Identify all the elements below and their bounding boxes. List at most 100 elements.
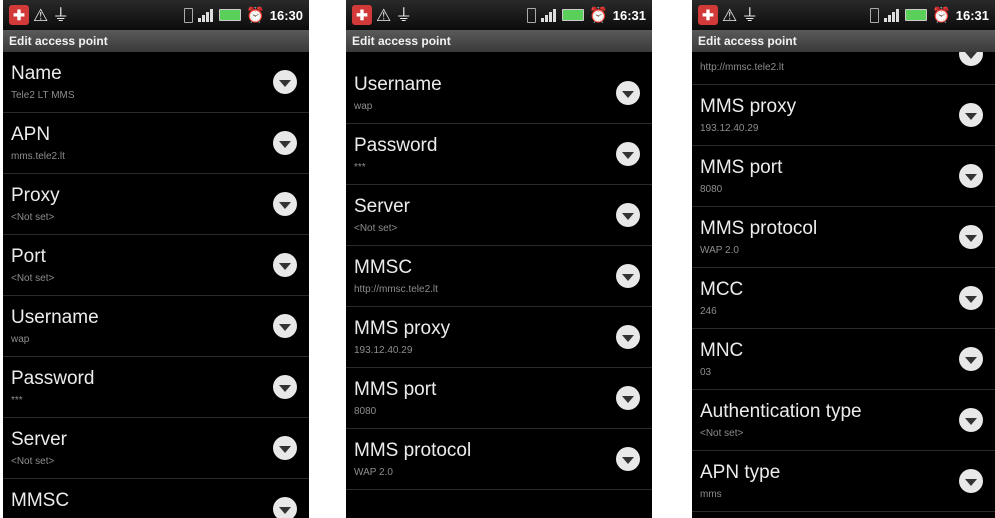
setting-row-mcc[interactable]: MCC 246 (692, 268, 995, 329)
row-label: Name (11, 63, 62, 84)
row-label: MMS proxy (354, 318, 451, 339)
row-label: Proxy (11, 185, 60, 206)
chevron-down-icon[interactable] (959, 347, 983, 371)
row-value: WAP 2.0 (700, 245, 739, 256)
row-value: wap (354, 101, 373, 112)
status-bar: ✚ ⚠ ⏚ ⏰ 16:30 (3, 0, 309, 30)
setting-row-mms-port[interactable]: MMS port 8080 (346, 368, 652, 429)
row-value: <Not set> (700, 428, 744, 439)
row-value: *** (11, 395, 23, 406)
chevron-down-icon[interactable] (273, 253, 297, 277)
setting-row-port[interactable]: Port <Not set> (3, 235, 309, 296)
chevron-down-icon[interactable] (616, 325, 640, 349)
row-value: WAP 2.0 (354, 467, 393, 478)
setting-row-username[interactable]: Username wap (3, 296, 309, 357)
row-value: 193.12.40.29 (700, 123, 759, 134)
app-notification-icon: ✚ (698, 5, 718, 25)
row-label: APN (11, 124, 51, 145)
chevron-down-icon[interactable] (959, 408, 983, 432)
chevron-down-icon[interactable] (616, 81, 640, 105)
setting-row-mmsc[interactable]: MMSC http://mmsc.tele2.lt (346, 246, 652, 307)
chevron-down-icon[interactable] (273, 436, 297, 460)
setting-row-proxy[interactable]: Proxy <Not set> (3, 174, 309, 235)
signal-icon (198, 8, 214, 22)
app-notification-icon: ✚ (352, 5, 372, 25)
chevron-down-icon[interactable] (959, 286, 983, 310)
chevron-down-icon[interactable] (273, 497, 297, 518)
setting-row-apn-type[interactable]: APN type mms (692, 451, 995, 512)
status-bar: ✚ ⚠ ⏚ ⏰ 16:31 (346, 0, 652, 30)
screen-title: Edit access point (3, 30, 309, 52)
setting-row-apn[interactable]: APN mms.tele2.lt (3, 113, 309, 174)
chevron-down-icon[interactable] (959, 225, 983, 249)
screen-title: Edit access point (692, 30, 995, 52)
setting-row-authentication-type[interactable]: Authentication type <Not set> (692, 390, 995, 451)
setting-row-username[interactable]: Username wap (346, 63, 652, 124)
chevron-down-icon[interactable] (273, 375, 297, 399)
setting-row-server[interactable]: Server <Not set> (3, 418, 309, 479)
row-label: APN type (700, 462, 781, 483)
row-value: <Not set> (354, 223, 398, 234)
settings-list: Name Tele2 LT MMS APN mms.tele2.lt Proxy <N… (3, 52, 309, 518)
row-value: <Not set> (11, 273, 55, 284)
row-value: mms.tele2.lt (11, 151, 65, 162)
setting-row-password[interactable]: Password *** (346, 124, 652, 185)
chevron-down-icon[interactable] (273, 192, 297, 216)
status-clock: 16:31 (955, 7, 989, 23)
battery-icon (219, 9, 242, 21)
setting-row-mms-protocol[interactable]: MMS protocol WAP 2.0 (346, 429, 652, 490)
battery-icon (562, 9, 585, 21)
usb-icon: ⏚ (395, 5, 413, 25)
chevron-down-icon[interactable] (616, 203, 640, 227)
sim-icon (870, 7, 880, 23)
alarm-icon: ⏰ (246, 6, 265, 24)
chevron-down-icon[interactable] (616, 386, 640, 410)
setting-row-name[interactable]: Name Tele2 LT MMS (3, 52, 309, 113)
setting-row-mms-port[interactable]: MMS port 8080 (692, 146, 995, 207)
chevron-down-icon[interactable] (616, 264, 640, 288)
row-label: Server (354, 196, 410, 217)
setting-row-server[interactable]: Server <Not set> (346, 185, 652, 246)
settings-list: http://mmsc.tele2.lt MMS proxy 193.12.40.… (692, 24, 995, 518)
status-clock: 16:30 (269, 7, 303, 23)
row-label: Password (11, 368, 95, 389)
row-value: mms (700, 489, 722, 500)
row-value: http://mmsc.tele2.lt (700, 62, 784, 73)
row-label: MMSC (354, 257, 413, 278)
setting-row-mms-protocol[interactable]: MMS protocol WAP 2.0 (692, 207, 995, 268)
row-value: 193.12.40.29 (354, 345, 413, 356)
row-value: <Not set> (11, 212, 55, 223)
row-label: MMS protocol (354, 440, 472, 461)
setting-row-mmsc[interactable]: MMSC (3, 479, 309, 518)
chevron-down-icon[interactable] (273, 131, 297, 155)
status-clock: 16:31 (612, 7, 646, 23)
row-label: Password (354, 135, 438, 156)
signal-icon (884, 8, 900, 22)
alarm-icon: ⏰ (932, 6, 951, 24)
row-value: wap (11, 334, 30, 345)
row-value: 246 (700, 306, 717, 317)
row-value: *** (354, 162, 366, 173)
row-label: Authentication type (700, 401, 862, 422)
chevron-down-icon[interactable] (959, 164, 983, 188)
chevron-down-icon[interactable] (273, 70, 297, 94)
chevron-down-icon[interactable] (273, 314, 297, 338)
chevron-down-icon[interactable] (616, 447, 640, 471)
phone-screen-3: ✚ ⚠ ⏚ ⏰ 16:31 Edit access point http://m… (692, 0, 995, 518)
setting-row-mnc[interactable]: MNC 03 (692, 329, 995, 390)
chevron-down-icon[interactable] (959, 469, 983, 493)
row-label: Server (11, 429, 67, 450)
row-value: 8080 (354, 406, 377, 417)
sim-icon (527, 7, 537, 23)
row-label: Port (11, 246, 46, 267)
chevron-down-icon[interactable] (959, 103, 983, 127)
setting-row-mms-proxy[interactable]: MMS proxy 193.12.40.29 (692, 85, 995, 146)
row-label: MNC (700, 340, 744, 361)
chevron-down-icon[interactable] (616, 142, 640, 166)
row-label: MMS port (354, 379, 437, 400)
row-label: MCC (700, 279, 744, 300)
setting-row-mms-proxy[interactable]: MMS proxy 193.12.40.29 (346, 307, 652, 368)
setting-row-password[interactable]: Password *** (3, 357, 309, 418)
row-label: Username (11, 307, 99, 328)
usb-icon: ⏚ (741, 5, 759, 25)
